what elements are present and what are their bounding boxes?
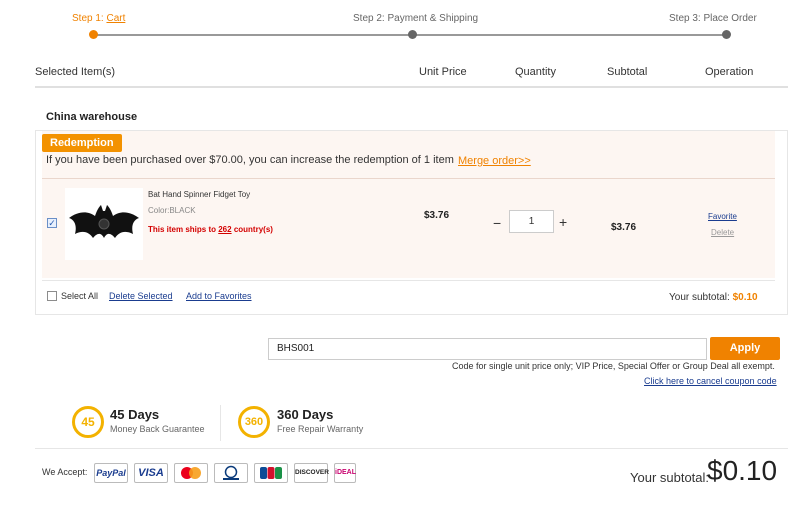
ideal-icon: iDEAL [334, 463, 356, 483]
select-all-label[interactable]: Select All [61, 291, 98, 301]
product-color: Color:BLACK [148, 206, 196, 215]
redemption-notice: If you have been purchased over $70.00, … [46, 154, 454, 166]
jcb-icon [254, 463, 288, 483]
col-unit-price: Unit Price [419, 66, 467, 78]
coupon-note: Code for single unit price only; VIP Pri… [452, 361, 775, 371]
jcb-logo-icon [260, 467, 282, 479]
guarantee-2-subtitle: Free Repair Warranty [277, 424, 364, 434]
quantity-increment-button[interactable]: + [559, 214, 567, 230]
step-3-label: Step 3: Place Order [669, 13, 757, 24]
visa-icon: VISA [134, 463, 168, 483]
panel-subtotal: Your subtotal: $0.10 [669, 292, 758, 303]
diners-club-icon [214, 463, 248, 483]
mastercard-circles-icon [181, 467, 201, 479]
discover-icon: DISCOVER [294, 463, 329, 483]
favorite-link[interactable]: Favorite [708, 212, 737, 221]
col-quantity: Quantity [515, 66, 556, 78]
guarantee-2-title: 360 Days [277, 407, 334, 422]
warehouse-title: China warehouse [46, 111, 138, 123]
mastercard-icon [174, 463, 208, 483]
quantity-input[interactable]: 1 [509, 210, 554, 233]
guarantee-1-title: 45 Days [110, 407, 160, 422]
total-value: $0.10 [707, 455, 778, 486]
ships-count-link[interactable]: 262 [218, 225, 231, 234]
guarantee-1-subtitle: Money Back Guarantee [110, 424, 205, 434]
repair-360-icon: 360 [238, 406, 270, 438]
apply-coupon-button[interactable]: Apply [710, 337, 780, 360]
money-back-45-icon: 45 [72, 406, 104, 438]
step-1-label: Step 1: Cart [72, 13, 125, 24]
redemption-badge: Redemption [42, 134, 122, 152]
guarantee-divider [220, 405, 221, 441]
item-divider [42, 280, 775, 281]
step-2-dot [408, 30, 417, 39]
bat-spinner-image [69, 205, 139, 238]
shipping-info: This item ships to 262 country(s) [148, 225, 273, 234]
add-to-favorites-link[interactable]: Add to Favorites [186, 291, 252, 301]
paypal-icon: PayPal [94, 463, 128, 483]
header-divider [35, 86, 788, 88]
diners-club-logo-icon [223, 465, 239, 480]
total-label: Your subtotal: [630, 470, 710, 485]
coupon-code-input[interactable]: BHS001 [268, 338, 707, 360]
merge-order-link[interactable]: Merge order>> [458, 155, 531, 167]
delete-link[interactable]: Delete [711, 228, 734, 237]
cancel-coupon-link[interactable]: Click here to cancel coupon code [644, 376, 777, 386]
panel-subtotal-value: $0.10 [732, 292, 758, 303]
ships-prefix: This item ships to [148, 225, 219, 234]
step-1-prefix: Step 1: [72, 13, 107, 24]
step-1-dot [89, 30, 98, 39]
step-3-dot [722, 30, 731, 39]
col-operation: Operation [705, 66, 754, 78]
step-2-label: Step 2: Payment & Shipping [353, 13, 479, 24]
col-subtotal: Subtotal [607, 66, 648, 78]
product-image[interactable] [65, 188, 143, 260]
unit-price: $3.76 [424, 210, 450, 221]
bottom-divider [35, 448, 788, 449]
item-subtotal: $3.76 [611, 222, 637, 233]
product-title[interactable]: Bat Hand Spinner Fidget Toy [148, 190, 250, 199]
delete-selected-link[interactable]: Delete Selected [109, 291, 173, 301]
redemption-divider [42, 178, 775, 179]
col-selected-items: Selected Item(s) [35, 66, 116, 78]
select-all-checkbox[interactable] [47, 291, 57, 301]
item-checkbox[interactable] [47, 218, 57, 228]
cart-link[interactable]: Cart [106, 13, 125, 24]
we-accept-label: We Accept: [42, 467, 88, 477]
panel-subtotal-label: Your subtotal: [669, 292, 733, 303]
ships-suffix: country(s) [231, 225, 273, 234]
quantity-decrement-button[interactable]: − [493, 215, 501, 231]
